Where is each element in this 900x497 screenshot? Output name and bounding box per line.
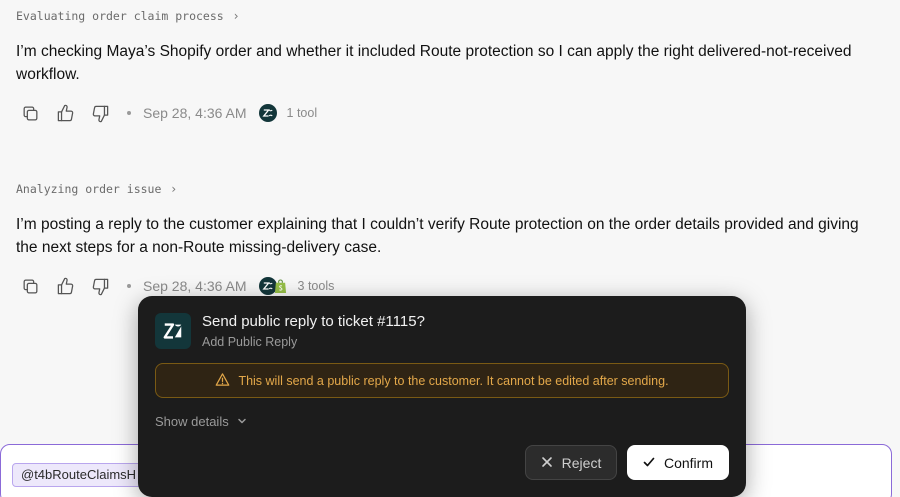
check-icon xyxy=(643,455,655,471)
separator-dot xyxy=(127,111,131,115)
thumbs-up-icon[interactable] xyxy=(55,103,75,123)
chevron-down-icon xyxy=(237,414,247,429)
copy-icon[interactable] xyxy=(20,103,40,123)
step-header[interactable]: Analyzing order issue › xyxy=(16,182,176,196)
copy-icon[interactable] xyxy=(20,276,40,296)
timestamp: Sep 28, 4:36 AM xyxy=(143,278,247,294)
show-details-label: Show details xyxy=(155,414,229,429)
assistant-message: I’m checking Maya’s Shopify order and wh… xyxy=(16,43,852,83)
step-label: Analyzing order issue xyxy=(16,182,162,196)
zendesk-icon xyxy=(155,313,191,349)
tools-count[interactable]: 1 tool xyxy=(287,106,318,120)
close-icon xyxy=(541,455,553,471)
confirm-button[interactable]: Confirm xyxy=(627,445,729,480)
confirmation-dialog: Send public reply to ticket #1115? Add P… xyxy=(138,296,746,497)
timestamp: Sep 28, 4:36 AM xyxy=(143,105,247,121)
thumbs-down-icon[interactable] xyxy=(90,103,110,123)
reject-button[interactable]: Reject xyxy=(525,445,617,480)
confirm-label: Confirm xyxy=(663,454,713,471)
warning-text: This will send a public reply to the cus… xyxy=(238,373,669,388)
thumbs-up-icon[interactable] xyxy=(55,276,75,296)
chevron-right-icon: › xyxy=(171,182,177,196)
zendesk-icon xyxy=(258,104,277,122)
warning-icon xyxy=(215,372,230,390)
dialog-subtitle: Add Public Reply xyxy=(202,335,298,349)
assistant-message: I’m posting a reply to the customer expl… xyxy=(16,216,859,256)
shopify-icon xyxy=(274,278,288,294)
show-details-toggle[interactable]: Show details xyxy=(155,414,247,429)
step-header[interactable]: Evaluating order claim process › xyxy=(16,9,239,23)
message-actions: Sep 28, 4:36 AM 1 tool xyxy=(20,102,317,124)
chevron-right-icon: › xyxy=(233,9,239,23)
thumbs-down-icon[interactable] xyxy=(90,276,110,296)
reject-label: Reject xyxy=(561,454,602,471)
message-actions: Sep 28, 4:36 AM 3 tools xyxy=(20,275,334,297)
step-label: Evaluating order claim process xyxy=(16,9,224,23)
separator-dot xyxy=(127,284,131,288)
warning-banner: This will send a public reply to the cus… xyxy=(155,363,729,398)
tools-count[interactable]: 3 tools xyxy=(298,279,335,293)
dialog-title: Send public reply to ticket #1115? xyxy=(202,313,425,330)
